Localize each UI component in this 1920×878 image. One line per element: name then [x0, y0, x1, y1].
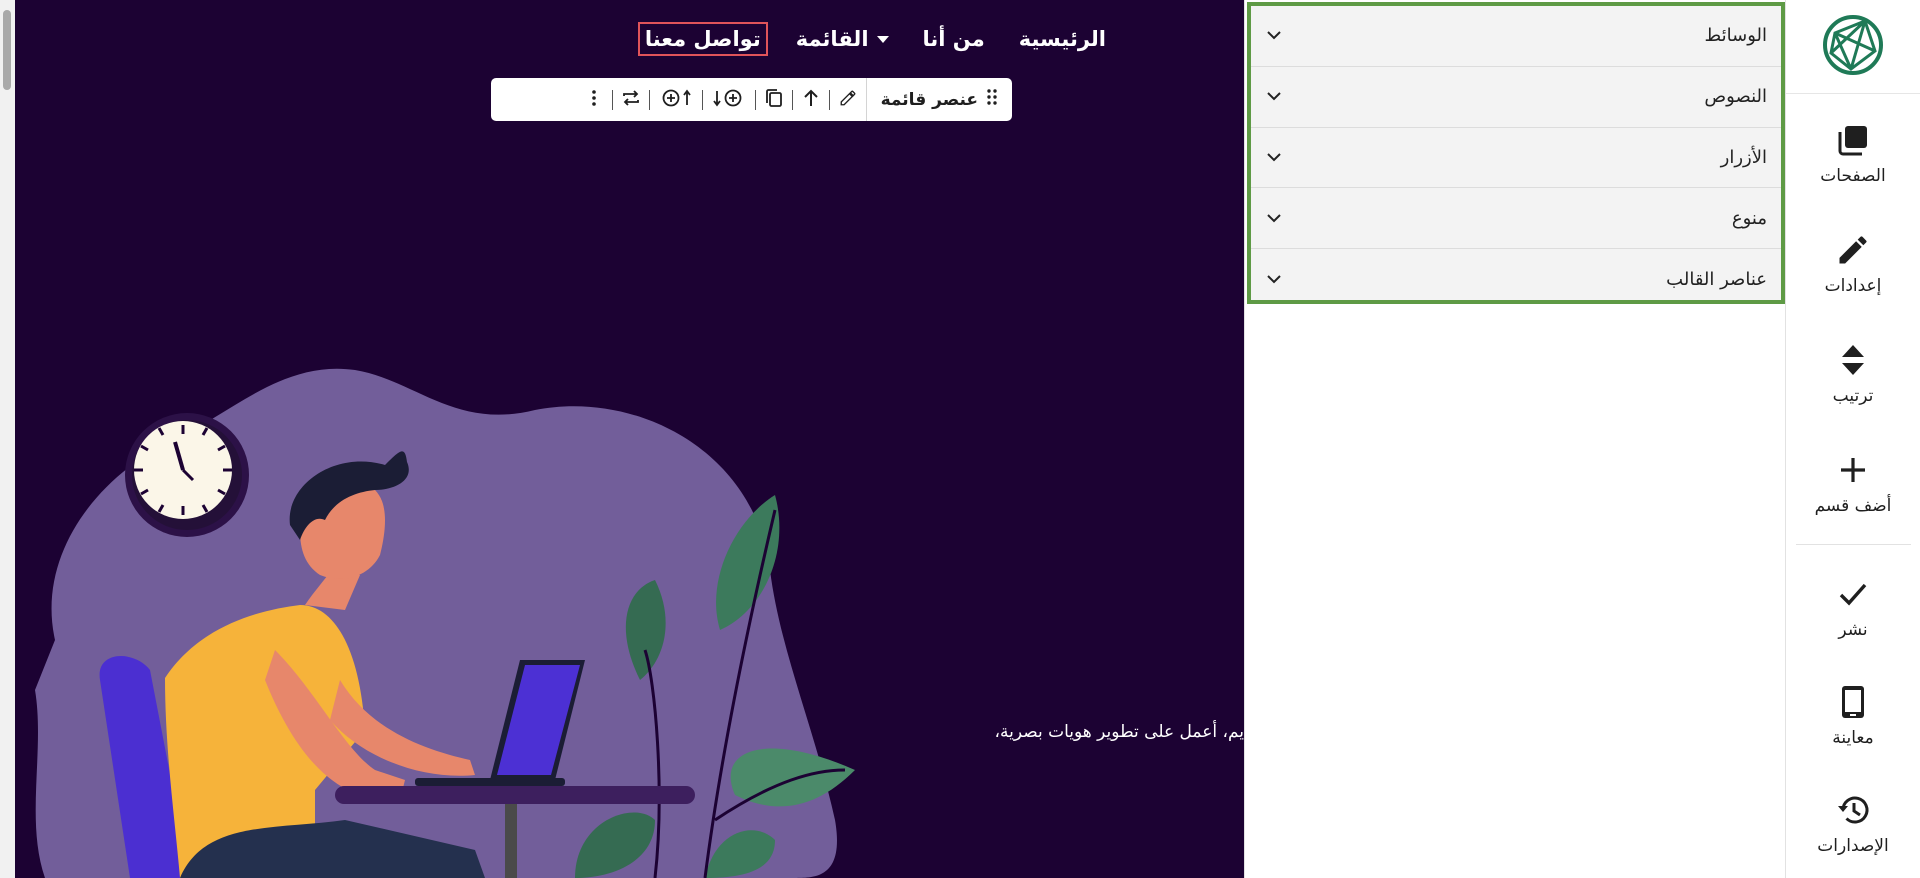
sidebar-item-label: أضف قسم — [1814, 496, 1892, 516]
add-above-icon — [660, 88, 692, 112]
edit-button[interactable] — [830, 78, 866, 121]
sidebar-item-label: ترتيب — [1832, 386, 1874, 406]
add-below-button[interactable] — [703, 78, 755, 121]
chevron-down-icon — [1265, 88, 1283, 106]
scrollbar-thumb[interactable] — [3, 10, 11, 90]
hero-illustration — [35, 368, 855, 878]
more-options-icon — [591, 89, 597, 111]
accordion-title: منوع — [1731, 207, 1767, 229]
nav-item-menu-label: القائمة — [795, 27, 869, 51]
caret-down-icon — [876, 35, 889, 43]
pencil-icon — [1833, 230, 1873, 270]
toolbar-element-label[interactable]: عنصر قائمة — [865, 78, 1012, 121]
toolbar-label-text: عنصر قائمة — [880, 89, 978, 110]
move-up-button[interactable] — [793, 78, 829, 121]
nav-item-menu[interactable]: القائمة — [790, 23, 895, 55]
logo-icon — [1821, 13, 1885, 81]
history-icon — [1833, 790, 1873, 830]
elements-panel: الوسائط النصوص الأزرار منوع عناصر القالب — [1244, 0, 1785, 878]
chevron-down-icon — [1265, 271, 1283, 289]
hero-intro-text: يم، أعمل على تطوير هويات بصرية، — [994, 722, 1244, 742]
site-nav: الرئيسية من أنا القائمة تواصل معنا — [637, 22, 1112, 56]
element-toolbar: عنصر قائمة — [491, 78, 1012, 121]
check-icon — [1833, 574, 1873, 614]
nav-item-contact[interactable]: تواصل معنا — [637, 22, 768, 56]
accordion-misc[interactable]: منوع — [1251, 188, 1781, 250]
sidebar-item-label: نشر — [1838, 620, 1868, 640]
preview-button[interactable]: معاينة — [1786, 682, 1920, 748]
accordion-title: عناصر القالب — [1666, 269, 1767, 291]
nav-item-home[interactable]: الرئيسية — [1013, 23, 1112, 55]
sidebar-item-sort[interactable]: ترتيب — [1786, 340, 1920, 406]
sort-icon — [1833, 340, 1873, 380]
sidebar-bottom-group: نشر معاينة الإصدارات — [1786, 574, 1920, 856]
duplicate-button[interactable] — [756, 78, 792, 121]
sidebar-top-group: الصفحات إعدادات ترتيب أضف قسم — [1786, 94, 1920, 516]
editor-sidebar: الصفحات إعدادات ترتيب أضف قسم نشر معاينة… — [1785, 0, 1920, 878]
plus-icon — [1833, 450, 1873, 490]
add-above-button[interactable] — [650, 78, 702, 121]
wall-clock-icon — [125, 413, 249, 537]
more-options-button[interactable] — [576, 78, 612, 121]
sidebar-item-label: معاينة — [1832, 728, 1874, 748]
accordion-title: النصوص — [1704, 86, 1767, 108]
page-scrollbar[interactable] — [0, 0, 15, 878]
chevron-down-icon — [1265, 27, 1283, 45]
drag-handle-icon[interactable] — [986, 88, 998, 111]
accordion-media[interactable]: الوسائط — [1251, 6, 1781, 67]
pages-icon — [1833, 120, 1873, 160]
chevron-down-icon — [1265, 148, 1283, 166]
sidebar-item-pages[interactable]: الصفحات — [1786, 120, 1920, 186]
accordion-texts[interactable]: النصوص — [1251, 67, 1781, 128]
sidebar-item-settings[interactable]: إعدادات — [1786, 230, 1920, 296]
sidebar-item-label: إعدادات — [1824, 276, 1882, 296]
phone-icon — [1833, 682, 1873, 722]
sidebar-divider — [1796, 544, 1911, 545]
swap-button[interactable] — [613, 78, 649, 121]
accordion-title: الأزرار — [1720, 146, 1767, 168]
chevron-down-icon — [1265, 209, 1283, 227]
publish-button[interactable]: نشر — [1786, 574, 1920, 640]
swap-icon — [621, 88, 641, 112]
duplicate-icon — [765, 88, 783, 112]
move-up-icon — [802, 88, 820, 112]
accordion-template-elements[interactable]: عناصر القالب — [1251, 249, 1781, 310]
sidebar-item-label: الإصدارات — [1817, 836, 1889, 856]
accordion-title: الوسائط — [1704, 25, 1767, 47]
site-canvas: الرئيسية من أنا القائمة تواصل معنا عنصر … — [15, 0, 1244, 878]
sidebar-item-add-section[interactable]: أضف قسم — [1786, 450, 1920, 516]
edit-icon — [839, 89, 857, 111]
logo[interactable] — [1786, 0, 1920, 94]
elements-accordion: الوسائط النصوص الأزرار منوع عناصر القالب — [1247, 2, 1785, 304]
nav-item-about[interactable]: من أنا — [917, 23, 991, 55]
accordion-buttons[interactable]: الأزرار — [1251, 128, 1781, 189]
versions-button[interactable]: الإصدارات — [1786, 790, 1920, 856]
sidebar-item-label: الصفحات — [1820, 166, 1886, 186]
add-below-icon — [712, 88, 745, 112]
